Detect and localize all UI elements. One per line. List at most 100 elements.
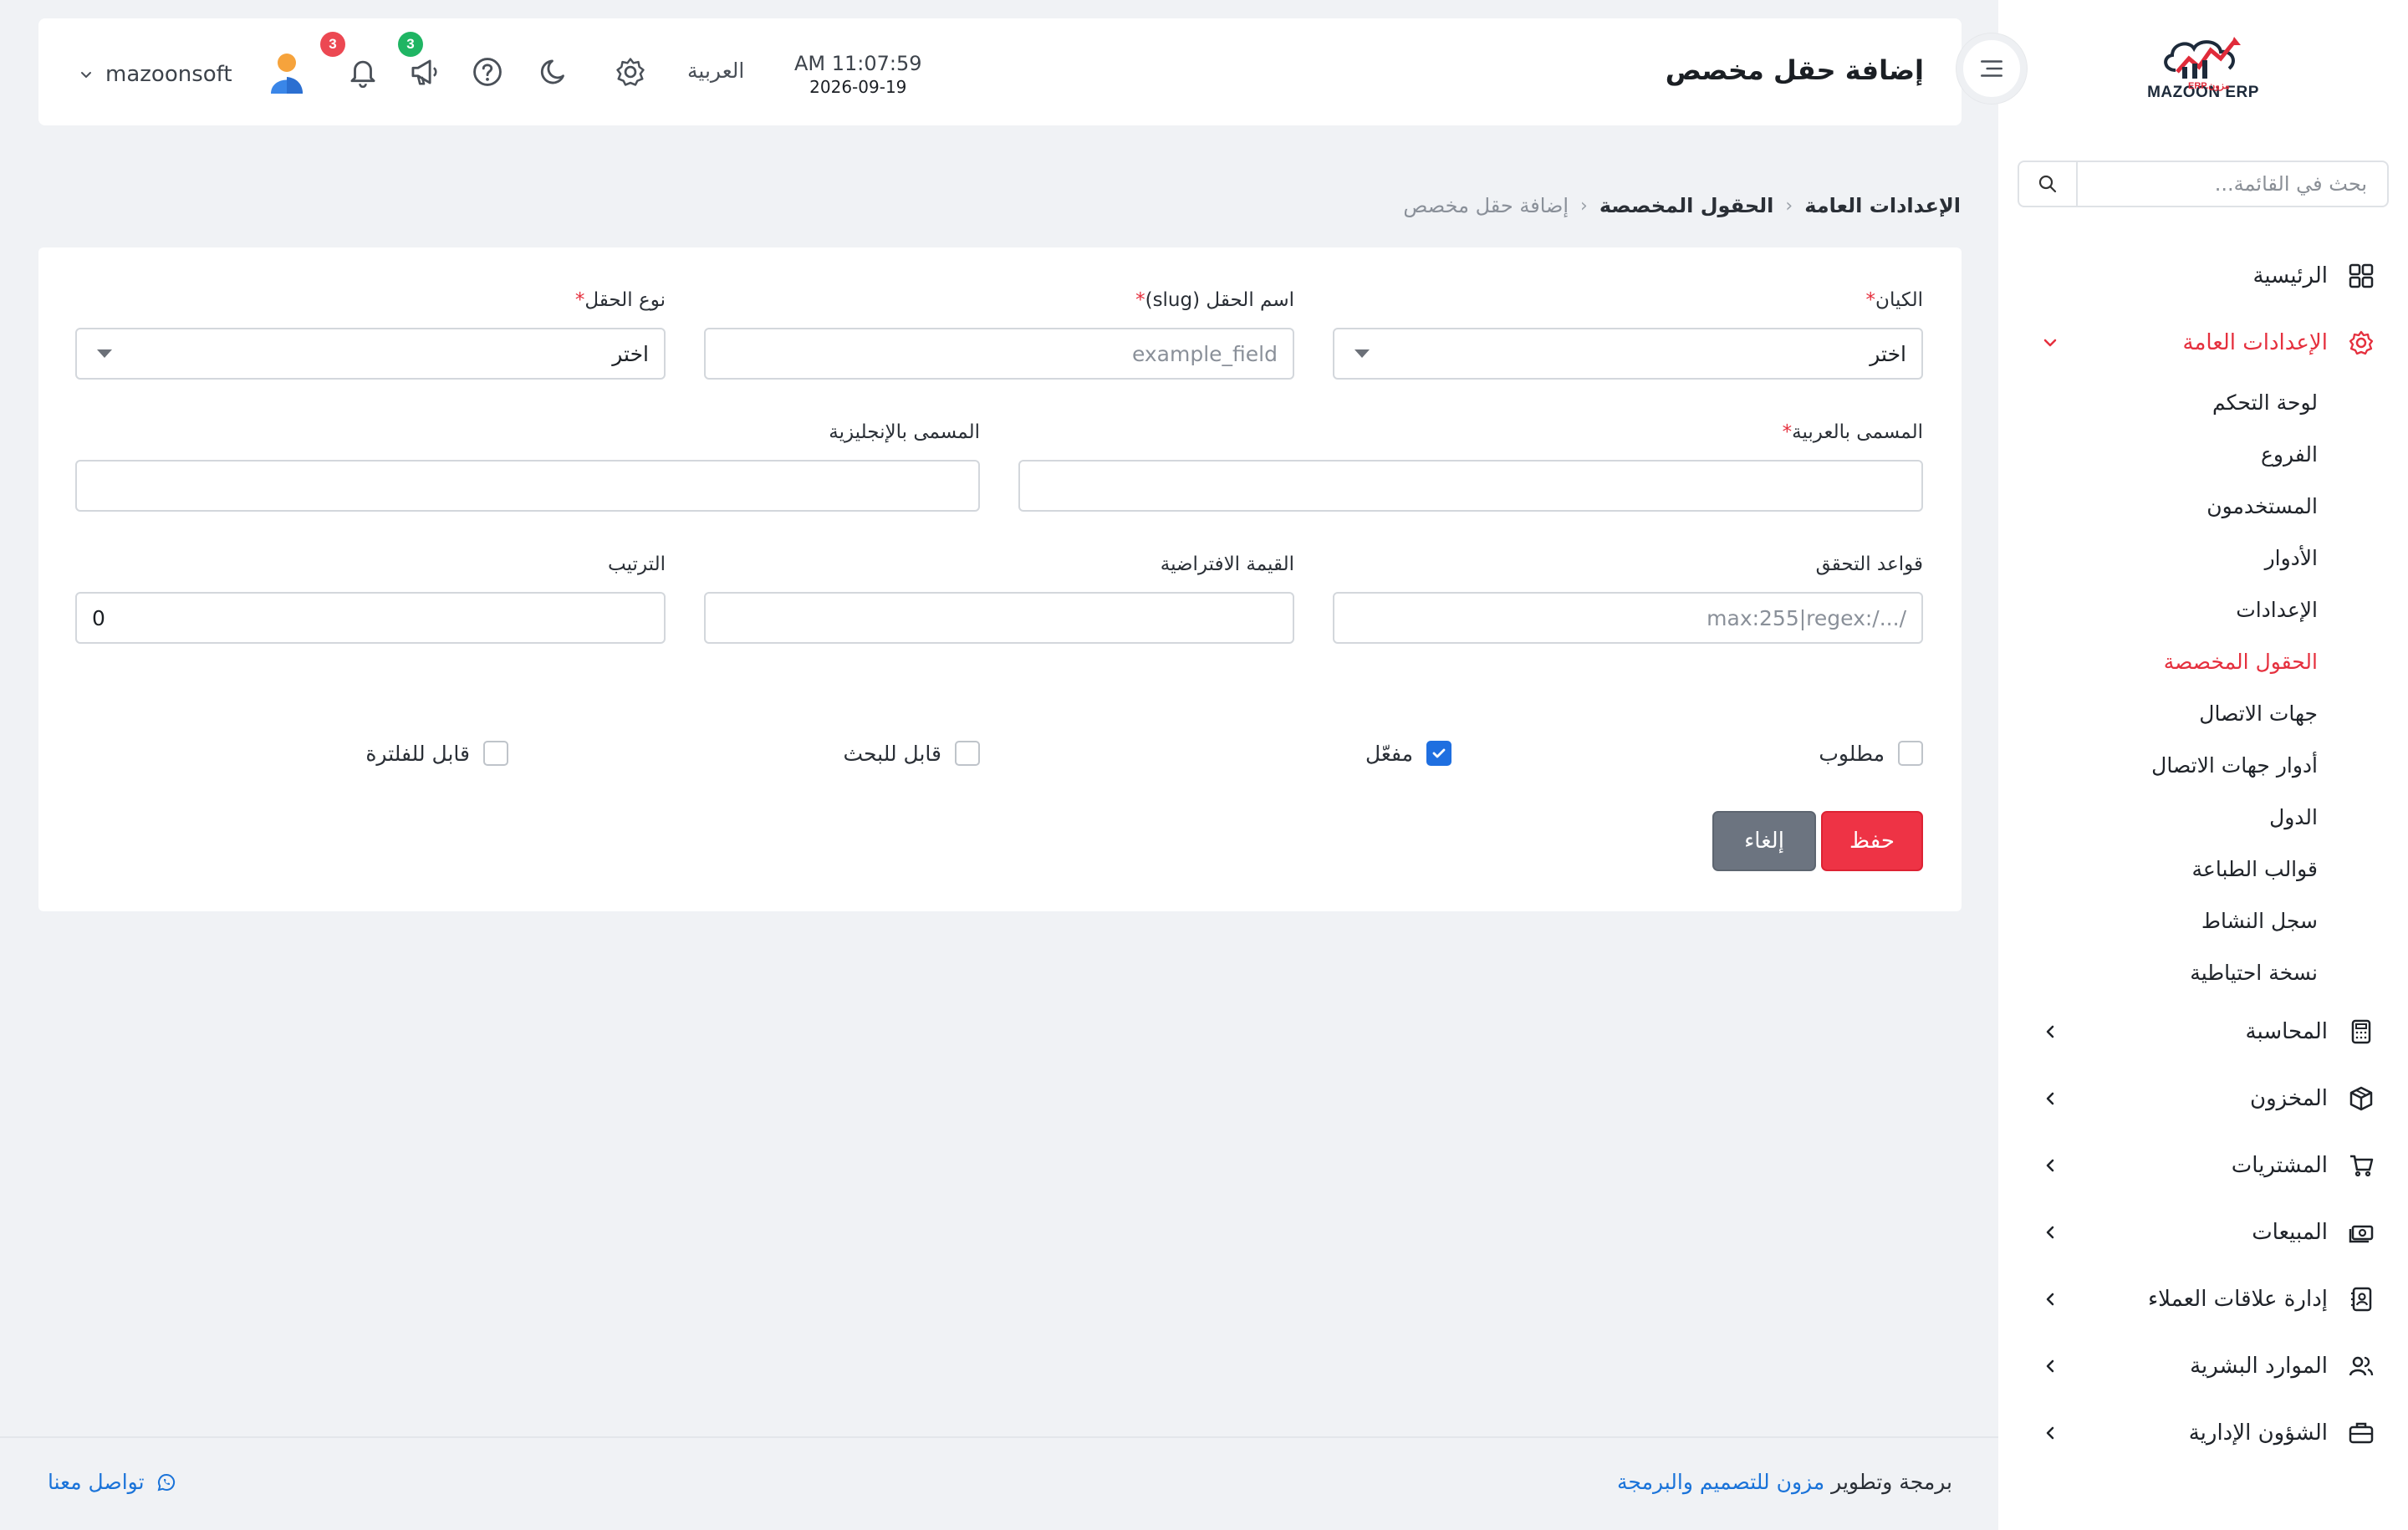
- bell-icon[interactable]: [344, 54, 381, 90]
- searchable-checkbox[interactable]: قابل للبحث: [843, 741, 980, 766]
- caret-down-icon: [97, 349, 112, 358]
- sidebar-search-input[interactable]: [2078, 162, 2387, 206]
- sidebar-item-accounting[interactable]: المحاسبة: [1998, 998, 2408, 1065]
- sidebar-subitem-roles[interactable]: الأدوار: [1998, 532, 2318, 584]
- sidebar-item-crm[interactable]: إدارة علاقات العملاء: [1998, 1266, 2408, 1333]
- default-value-input[interactable]: [704, 592, 1294, 644]
- sidebar-item-hr[interactable]: الموارد البشرية: [1998, 1333, 2408, 1400]
- chevron-left-icon: [2046, 1092, 2054, 1105]
- checkmark-icon: [1432, 748, 1446, 758]
- settings-gear-icon[interactable]: [612, 54, 649, 90]
- order-input[interactable]: 0: [75, 592, 666, 644]
- notifications-badge: 3: [320, 32, 345, 57]
- settings-submenu: لوحة التحكم الفروع المستخدمون الأدوار ال…: [1998, 376, 2408, 998]
- logo[interactable]: ERP.مزون MAZOON ERP: [2145, 33, 2262, 113]
- save-button[interactable]: حفظ: [1821, 811, 1923, 871]
- sidebar-item-purchases[interactable]: المشتريات: [1998, 1132, 2408, 1199]
- entity-field: الكيان* اختر: [1333, 289, 1923, 380]
- searchable-checkbox-label: قابل للبحث: [843, 741, 941, 766]
- user-menu[interactable]: mazoonsoft: [79, 50, 308, 99]
- field-type-select[interactable]: اختر: [75, 328, 666, 380]
- filterable-checkbox[interactable]: قابل للفلترة: [365, 741, 508, 766]
- contact-link[interactable]: تواصل معنا: [48, 1470, 188, 1494]
- chevron-left-icon: [2046, 1159, 2054, 1172]
- top-header: إضافة حقل مخصص AM 11:07:59 2026-09-19 ال…: [38, 18, 1962, 125]
- label-en-input[interactable]: [75, 460, 980, 512]
- page-title: إضافة حقل مخصص: [1665, 54, 1924, 86]
- header-date: 2026-09-19: [809, 77, 907, 97]
- breadcrumb-item[interactable]: الإعدادات العامة: [1804, 194, 1961, 217]
- sidebar-item-inventory[interactable]: المخزون: [1998, 1065, 2408, 1132]
- checkbox-box[interactable]: [483, 741, 508, 766]
- help-icon[interactable]: [469, 54, 506, 90]
- entity-select[interactable]: اختر: [1333, 328, 1923, 380]
- validation-field: قواعد التحقق max:255|regex:/.../: [1333, 553, 1923, 644]
- sidebar-toggle-button[interactable]: [1956, 33, 2027, 104]
- logo-icon: [2164, 37, 2241, 79]
- sidebar-subitem-print-templates[interactable]: قوالب الطباعة: [1998, 843, 2318, 895]
- menu-toggle-icon: [1981, 60, 2002, 77]
- footer: برمجة وتطوير مزون للتصميم والبرمجة تواصل…: [0, 1436, 1998, 1530]
- gear-icon: [2346, 328, 2376, 358]
- footer-brand-link[interactable]: مزون للتصميم والبرمجة: [1617, 1470, 1824, 1494]
- label-ar-input[interactable]: [1018, 460, 1923, 512]
- sidebar-subitem-dashboard[interactable]: لوحة التحكم: [1998, 376, 2318, 428]
- cancel-button[interactable]: إلغاء: [1712, 811, 1816, 871]
- required-checkbox-label: مطلوب: [1819, 741, 1885, 766]
- contact-link-label: تواصل معنا: [48, 1470, 145, 1494]
- calculator-icon: [2346, 1017, 2376, 1047]
- footer-credit-prefix: برمجة وتطوير: [1831, 1470, 1952, 1494]
- field-type-field: نوع الحقل* اختر: [75, 289, 666, 380]
- sidebar-subitem-countries[interactable]: الدول: [1998, 791, 2318, 843]
- briefcase-icon: [2346, 1418, 2376, 1448]
- enabled-checkbox-label: مفعّل: [1365, 741, 1413, 766]
- chevron-left-icon: [2046, 1226, 2054, 1239]
- order-label: الترتيب: [608, 553, 666, 575]
- label-en-label: المسمى بالإنجليزية: [829, 421, 980, 443]
- header-time: AM 11:07:59: [794, 52, 922, 75]
- sidebar-subitem-users[interactable]: المستخدمون: [1998, 480, 2318, 532]
- sidebar-subitem-contact-roles[interactable]: أدوار جهات الاتصال: [1998, 739, 2318, 791]
- sidebar-item-sales[interactable]: المبيعات: [1998, 1199, 2408, 1266]
- username: mazoonsoft: [105, 62, 232, 87]
- sidebar-subitem-settings[interactable]: الإعدادات: [1998, 584, 2318, 635]
- validation-input[interactable]: max:255|regex:/.../: [1333, 592, 1923, 644]
- chevron-left-icon: [2046, 1426, 2054, 1440]
- search-icon[interactable]: [2019, 162, 2078, 206]
- whatsapp-icon: [157, 1473, 175, 1491]
- chevron-down-icon: [81, 72, 91, 78]
- moon-icon[interactable]: [537, 54, 574, 90]
- avatar[interactable]: [266, 50, 308, 99]
- field-type-selected-value: اختر: [612, 341, 649, 366]
- sidebar-subitem-branches[interactable]: الفروع: [1998, 428, 2318, 480]
- entity-selected-value: اختر: [1870, 341, 1906, 366]
- label-en-field: المسمى بالإنجليزية: [75, 421, 980, 512]
- megaphone-icon[interactable]: [406, 54, 442, 90]
- sidebar-subitem-backup[interactable]: نسخة احتياطية: [1998, 946, 2318, 998]
- sidebar: ERP.مزون MAZOON ERP الرئيسية الإعدادات ا…: [1998, 0, 2408, 1530]
- users-icon: [2346, 1351, 2376, 1381]
- sidebar-item-home[interactable]: الرئيسية: [1998, 242, 2408, 309]
- sidebar-subitem-contacts[interactable]: جهات الاتصال: [1998, 687, 2318, 739]
- logo-subtext: ERP.مزون: [2188, 81, 2230, 91]
- required-checkbox[interactable]: مطلوب: [1819, 741, 1923, 766]
- breadcrumb-item-current: إضافة حقل مخصص: [1403, 194, 1569, 217]
- chevron-left-icon: [2046, 1025, 2054, 1038]
- slug-input[interactable]: example_field: [704, 328, 1294, 380]
- sidebar-item-admin-affairs[interactable]: الشؤون الإدارية: [1998, 1400, 2408, 1466]
- footer-credit: برمجة وتطوير مزون للتصميم والبرمجة: [1617, 1470, 1952, 1494]
- checkbox-box[interactable]: [955, 741, 980, 766]
- sidebar-subitem-activity-log[interactable]: سجل النشاط: [1998, 895, 2318, 946]
- sidebar-item-general-settings[interactable]: الإعدادات العامة: [1998, 309, 2408, 376]
- sidebar-search: [2018, 161, 2389, 207]
- language-switch[interactable]: العربية: [687, 59, 744, 83]
- sidebar-subitem-custom-fields[interactable]: الحقول المخصصة: [1998, 635, 2318, 687]
- default-value-label: القيمة الافتراضية: [1160, 553, 1294, 575]
- enabled-checkbox[interactable]: مفعّل: [1365, 741, 1451, 766]
- custom-field-form: الكيان* اختر اسم الحقل (slug)* example_f…: [38, 247, 1962, 911]
- checkbox-box[interactable]: [1898, 741, 1923, 766]
- chevron-left-icon: [2046, 1293, 2054, 1306]
- breadcrumb-item[interactable]: الحقول المخصصة: [1599, 194, 1774, 217]
- label-ar-field: المسمى بالعربية*: [1018, 421, 1923, 512]
- checkbox-box-checked[interactable]: [1426, 741, 1451, 766]
